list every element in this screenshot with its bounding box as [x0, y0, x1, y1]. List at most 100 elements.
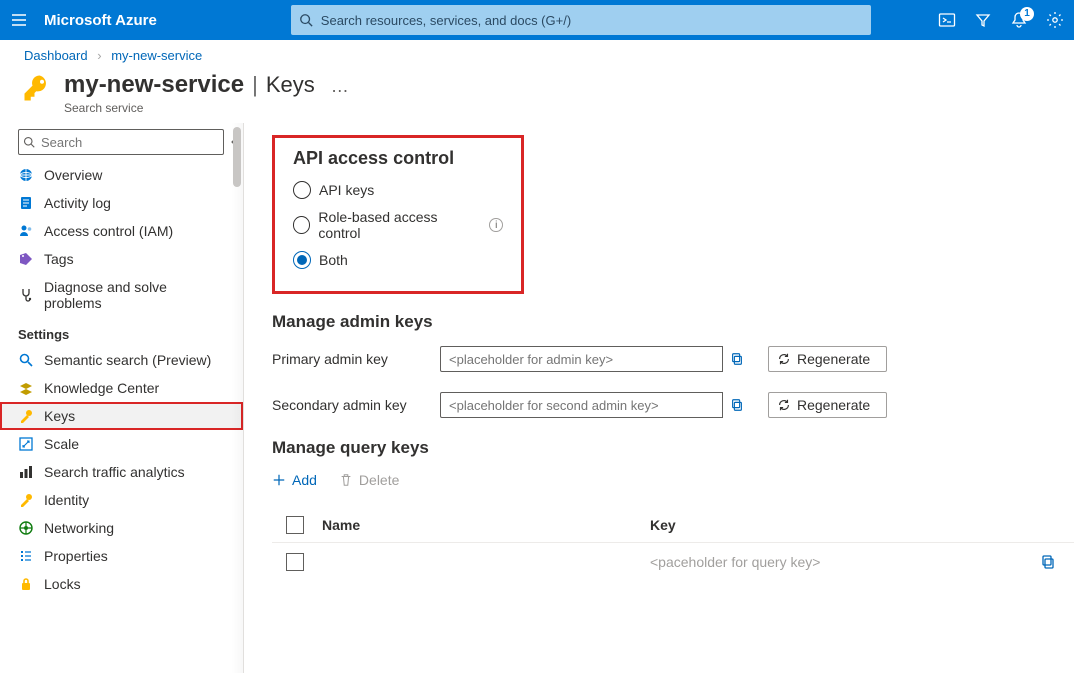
sidebar: Overview Activity log Access control (IA…: [0, 123, 244, 673]
radio-label: Both: [319, 252, 348, 268]
section-title-admin-keys: Manage admin keys: [272, 312, 1074, 332]
sidebar-item-locks[interactable]: Locks: [0, 570, 243, 598]
primary-key-label: Primary admin key: [272, 351, 422, 367]
column-header-key[interactable]: Key: [650, 517, 1074, 533]
secondary-admin-key-row: Secondary admin key Regenerate: [272, 392, 1074, 418]
sidebar-item-search-traffic-analytics[interactable]: Search traffic analytics: [0, 458, 243, 486]
radio-api-keys[interactable]: [293, 181, 311, 199]
primary-key-input[interactable]: [440, 346, 750, 372]
properties-icon: [18, 548, 34, 564]
notification-badge: 1: [1020, 7, 1034, 21]
sidebar-item-access-control[interactable]: Access control (IAM): [0, 217, 243, 245]
search-icon: [18, 352, 34, 368]
knowledge-icon: [18, 380, 34, 396]
search-icon: [299, 13, 313, 27]
trash-icon: [339, 473, 353, 487]
sidebar-item-label: Search traffic analytics: [44, 464, 185, 480]
delete-query-key-button: Delete: [339, 472, 399, 488]
section-title: API access control: [293, 148, 503, 169]
sidebar-item-semantic-search[interactable]: Semantic search (Preview): [0, 346, 243, 374]
resource-type: Search service: [64, 101, 349, 115]
notifications-icon[interactable]: 1: [1010, 11, 1028, 29]
log-icon: [18, 195, 34, 211]
radio-both[interactable]: [293, 251, 311, 269]
sidebar-item-knowledge-center[interactable]: Knowledge Center: [0, 374, 243, 402]
cloud-shell-icon[interactable]: [938, 11, 956, 29]
sidebar-item-label: Keys: [44, 408, 75, 424]
networking-icon: [18, 520, 34, 536]
scale-icon: [18, 436, 34, 452]
copy-query-key-button[interactable]: [1040, 554, 1056, 570]
sidebar-item-properties[interactable]: Properties: [0, 542, 243, 570]
sidebar-item-label: Access control (IAM): [44, 223, 173, 239]
sidebar-item-label: Scale: [44, 436, 79, 452]
iam-icon: [18, 223, 34, 239]
sidebar-item-label: Properties: [44, 548, 108, 564]
tag-icon: [18, 251, 34, 267]
sidebar-item-diagnose[interactable]: Diagnose and solve problems: [0, 273, 243, 317]
breadcrumb: Dashboard › my-new-service: [0, 40, 1074, 67]
radio-rbac[interactable]: [293, 216, 310, 234]
sidebar-item-label: Diagnose and solve problems: [44, 279, 225, 311]
sidebar-item-label: Networking: [44, 520, 114, 536]
chevron-right-icon: ›: [97, 48, 101, 63]
plus-icon: [272, 473, 286, 487]
copy-secondary-key-button[interactable]: [722, 392, 750, 418]
sidebar-item-overview[interactable]: Overview: [0, 161, 243, 189]
api-access-control-panel: API access control API keys Role-based a…: [272, 135, 524, 294]
sidebar-item-label: Semantic search (Preview): [44, 352, 211, 368]
sidebar-item-tags[interactable]: Tags: [0, 245, 243, 273]
page-title-row: my-new-service | Keys … Search service: [0, 67, 1074, 123]
key-icon: [20, 71, 54, 105]
sidebar-item-label: Locks: [44, 576, 81, 592]
sidebar-item-label: Identity: [44, 492, 89, 508]
column-header-name[interactable]: Name: [322, 517, 632, 533]
secondary-key-label: Secondary admin key: [272, 397, 422, 413]
menu-icon[interactable]: [10, 11, 28, 29]
analytics-icon: [18, 464, 34, 480]
brand-label[interactable]: Microsoft Azure: [44, 12, 157, 29]
secondary-key-input[interactable]: [440, 392, 750, 418]
breadcrumb-root[interactable]: Dashboard: [24, 48, 88, 63]
regenerate-primary-button[interactable]: Regenerate: [768, 346, 887, 372]
resource-name: my-new-service: [64, 71, 244, 99]
query-keys-table-header: Name Key: [272, 508, 1074, 543]
globe-icon: [18, 167, 34, 183]
sidebar-item-keys[interactable]: Keys: [0, 402, 243, 430]
diagnose-icon: [18, 287, 34, 303]
sidebar-search-input[interactable]: [18, 129, 224, 155]
breadcrumb-current[interactable]: my-new-service: [111, 48, 202, 63]
more-actions-icon[interactable]: …: [331, 76, 349, 97]
global-search-input[interactable]: [291, 5, 871, 35]
main-content: API access control API keys Role-based a…: [244, 123, 1074, 673]
regenerate-secondary-button[interactable]: Regenerate: [768, 392, 887, 418]
page-name: Keys: [266, 72, 315, 98]
add-query-key-button[interactable]: Add: [272, 472, 317, 488]
sidebar-item-label: Knowledge Center: [44, 380, 159, 396]
filter-icon[interactable]: [974, 11, 992, 29]
lock-icon: [18, 576, 34, 592]
settings-gear-icon[interactable]: [1046, 11, 1064, 29]
section-title-query-keys: Manage query keys: [272, 438, 1074, 458]
radio-label: Role-based access control: [318, 209, 477, 241]
select-all-checkbox[interactable]: [286, 516, 304, 534]
sidebar-item-scale[interactable]: Scale: [0, 430, 243, 458]
radio-label: API keys: [319, 182, 374, 198]
sidebar-item-label: Activity log: [44, 195, 111, 211]
scrollbar[interactable]: [231, 123, 243, 673]
key-icon: [18, 408, 34, 424]
refresh-icon: [777, 352, 791, 366]
identity-icon: [18, 492, 34, 508]
sidebar-item-activity-log[interactable]: Activity log: [0, 189, 243, 217]
sidebar-item-label: Tags: [44, 251, 74, 267]
row-checkbox[interactable]: [286, 553, 304, 571]
sidebar-item-networking[interactable]: Networking: [0, 514, 243, 542]
sidebar-item-identity[interactable]: Identity: [0, 486, 243, 514]
primary-admin-key-row: Primary admin key Regenerate: [272, 346, 1074, 372]
search-icon: [23, 136, 35, 148]
top-nav-bar: Microsoft Azure 1: [0, 0, 1074, 40]
query-keys-toolbar: Add Delete: [272, 472, 1074, 488]
copy-primary-key-button[interactable]: [722, 346, 750, 372]
info-icon[interactable]: i: [489, 218, 503, 232]
sidebar-item-label: Overview: [44, 167, 102, 183]
